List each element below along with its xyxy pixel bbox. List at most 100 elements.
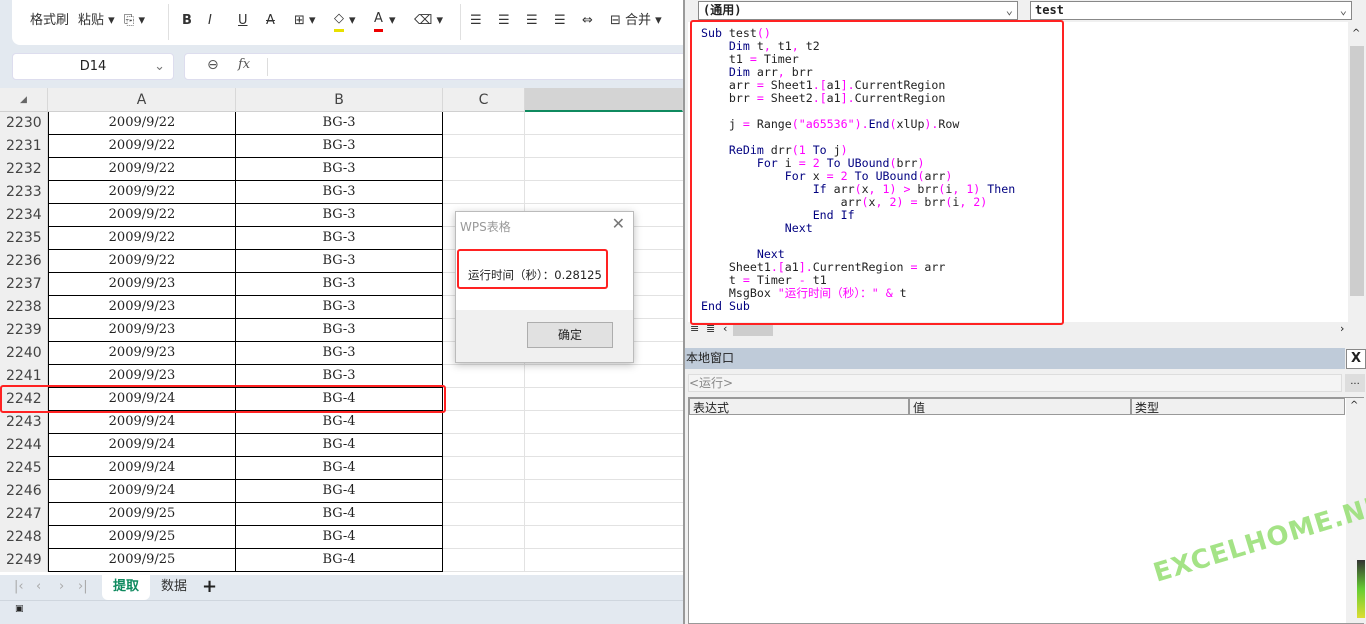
row-header[interactable]: 2244 [0, 434, 48, 457]
vba-macro-icon[interactable]: ▣ [15, 604, 24, 614]
row-header[interactable]: 2243 [0, 411, 48, 434]
format-painter-button[interactable]: 格式刷 [30, 10, 69, 32]
cell-a[interactable]: 2009/9/22 [48, 227, 236, 250]
cell-c[interactable] [443, 549, 525, 572]
eraser-icon[interactable]: ⌫ ▾ [414, 10, 443, 32]
row-header[interactable]: 2246 [0, 480, 48, 503]
cell-b[interactable]: BG-3 [236, 273, 443, 296]
first-sheet-icon[interactable]: |‹ [14, 579, 24, 594]
cell-a[interactable]: 2009/9/22 [48, 250, 236, 273]
scroll-right-icon[interactable]: › [1340, 322, 1344, 335]
borders-icon[interactable]: ⊞ ▾ [294, 10, 316, 32]
prev-sheet-icon[interactable]: ‹ [36, 579, 41, 594]
cell-c[interactable] [443, 135, 525, 158]
locals-header-type[interactable]: 类型 [1131, 398, 1345, 415]
formula-bar[interactable]: ⊖ fx [184, 53, 694, 80]
font-color-icon[interactable]: A [374, 10, 383, 32]
zoom-search-icon[interactable]: ⊖ [207, 57, 219, 73]
cell-b[interactable]: BG-4 [236, 411, 443, 434]
cell-c[interactable] [443, 526, 525, 549]
cell-a[interactable]: 2009/9/25 [48, 549, 236, 572]
cell-a[interactable]: 2009/9/23 [48, 319, 236, 342]
row-header[interactable]: 2237 [0, 273, 48, 296]
cell-b[interactable]: BG-3 [236, 250, 443, 273]
call-stack-button[interactable]: ... [1345, 374, 1365, 392]
row-header[interactable]: 2234 [0, 204, 48, 227]
row-header[interactable]: 2249 [0, 549, 48, 572]
cell-a[interactable]: 2009/9/23 [48, 273, 236, 296]
cell-c[interactable] [443, 457, 525, 480]
name-box[interactable]: D14 ⌄ [12, 53, 174, 80]
cell-c[interactable] [443, 112, 525, 135]
column-header-d[interactable] [525, 88, 683, 112]
cell-b[interactable]: BG-4 [236, 549, 443, 572]
align-center-icon[interactable]: ☰ [498, 10, 510, 32]
cell-b[interactable]: BG-4 [236, 434, 443, 457]
underline-icon[interactable]: U [238, 10, 248, 32]
cell-a[interactable]: 2009/9/24 [48, 480, 236, 503]
cell-b[interactable]: BG-3 [236, 319, 443, 342]
fill-color-icon[interactable]: ◇ [334, 10, 344, 32]
select-all-corner[interactable]: ◢ [0, 88, 48, 112]
cell-a[interactable]: 2009/9/25 [48, 503, 236, 526]
row-header[interactable]: 2236 [0, 250, 48, 273]
cell-b[interactable]: BG-3 [236, 135, 443, 158]
last-sheet-icon[interactable]: ›| [78, 579, 88, 594]
scrollbar-thumb[interactable] [1350, 46, 1364, 296]
cell-a[interactable]: 2009/9/24 [48, 434, 236, 457]
cell-c[interactable] [443, 158, 525, 181]
align-left-icon[interactable]: ☰ [470, 10, 482, 32]
row-header[interactable]: 2245 [0, 457, 48, 480]
row-header[interactable]: 2230 [0, 112, 48, 135]
cell-a[interactable]: 2009/9/24 [48, 457, 236, 480]
align-right-icon[interactable]: ☰ [526, 10, 538, 32]
close-icon[interactable]: X [1346, 349, 1366, 369]
row-header[interactable]: 2231 [0, 135, 48, 158]
cell-a[interactable]: 2009/9/22 [48, 181, 236, 204]
sheet-tab-data[interactable]: 数据 [150, 575, 198, 599]
sheet-tab-extract[interactable]: 提取 [102, 575, 150, 600]
cell-a[interactable]: 2009/9/23 [48, 296, 236, 319]
cell-c[interactable] [443, 480, 525, 503]
cell-b[interactable]: BG-4 [236, 457, 443, 480]
fill-color-dropdown[interactable]: ▾ [349, 10, 356, 32]
cell-c[interactable] [443, 503, 525, 526]
column-header-a[interactable]: A [48, 88, 236, 112]
cell-c[interactable] [443, 434, 525, 457]
cell-b[interactable]: BG-3 [236, 181, 443, 204]
row-header[interactable]: 2232 [0, 158, 48, 181]
cell-a[interactable]: 2009/9/22 [48, 112, 236, 135]
next-sheet-icon[interactable]: › [59, 579, 64, 594]
cell-a[interactable]: 2009/9/23 [48, 342, 236, 365]
paste-button[interactable]: 粘贴 ▾ [78, 10, 115, 32]
strikethrough-icon[interactable]: A [266, 10, 275, 32]
scrollbar-thumb[interactable] [733, 324, 773, 336]
cell-a[interactable]: 2009/9/24 [48, 411, 236, 434]
locals-list[interactable]: 表达式 值 类型 ^ [688, 397, 1364, 624]
ok-button[interactable]: 确定 [527, 322, 613, 348]
close-icon[interactable]: ✕ [612, 214, 625, 233]
cell-b[interactable]: BG-4 [236, 480, 443, 503]
cell-b[interactable]: BG-4 [236, 526, 443, 549]
cell-c[interactable] [443, 181, 525, 204]
column-header-c[interactable]: C [443, 88, 525, 112]
row-header[interactable]: 2235 [0, 227, 48, 250]
fx-icon[interactable]: fx [238, 57, 250, 72]
font-color-dropdown[interactable]: ▾ [389, 10, 396, 32]
row-header[interactable]: 2247 [0, 503, 48, 526]
cell-b[interactable]: BG-3 [236, 296, 443, 319]
cell-c[interactable] [443, 365, 525, 388]
code-vertical-scrollbar[interactable]: ^ [1348, 22, 1366, 322]
cell-c[interactable] [443, 411, 525, 434]
justify-icon[interactable]: ☰ [554, 10, 566, 32]
cell-b[interactable]: BG-3 [236, 204, 443, 227]
procedure-dropdown[interactable]: test ⌄ [1030, 1, 1352, 20]
merge-button[interactable]: ⊟ 合并 ▾ [610, 10, 662, 32]
cell-b[interactable]: BG-3 [236, 112, 443, 135]
cell-b[interactable]: BG-4 [236, 503, 443, 526]
column-header-b[interactable]: B [236, 88, 443, 112]
row-header[interactable]: 2248 [0, 526, 48, 549]
row-header[interactable]: 2239 [0, 319, 48, 342]
italic-icon[interactable]: I [208, 10, 212, 32]
scroll-up-icon[interactable]: ^ [1350, 400, 1358, 411]
